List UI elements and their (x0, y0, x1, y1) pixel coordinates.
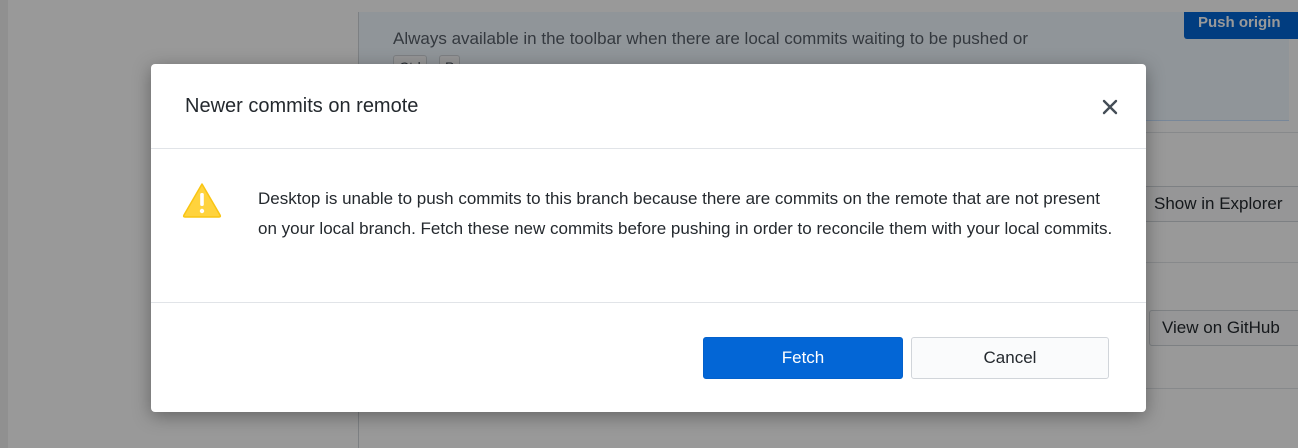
warning-icon (182, 183, 222, 218)
close-button[interactable] (1095, 92, 1125, 122)
dialog-footer: Fetch Cancel (151, 303, 1146, 412)
cancel-button[interactable]: Cancel (911, 337, 1109, 379)
app-window: Always available in the toolbar when the… (0, 0, 1298, 448)
dialog-body: Desktop is unable to push commits to thi… (151, 149, 1146, 303)
dialog-header: Newer commits on remote (151, 64, 1146, 149)
fetch-button[interactable]: Fetch (703, 337, 903, 379)
dialog-title: Newer commits on remote (185, 95, 419, 117)
close-icon (1102, 99, 1118, 115)
dialog-message: Desktop is unable to push commits to thi… (258, 189, 1113, 238)
newer-commits-dialog: Newer commits on remote Desktop is unabl… (151, 64, 1146, 412)
